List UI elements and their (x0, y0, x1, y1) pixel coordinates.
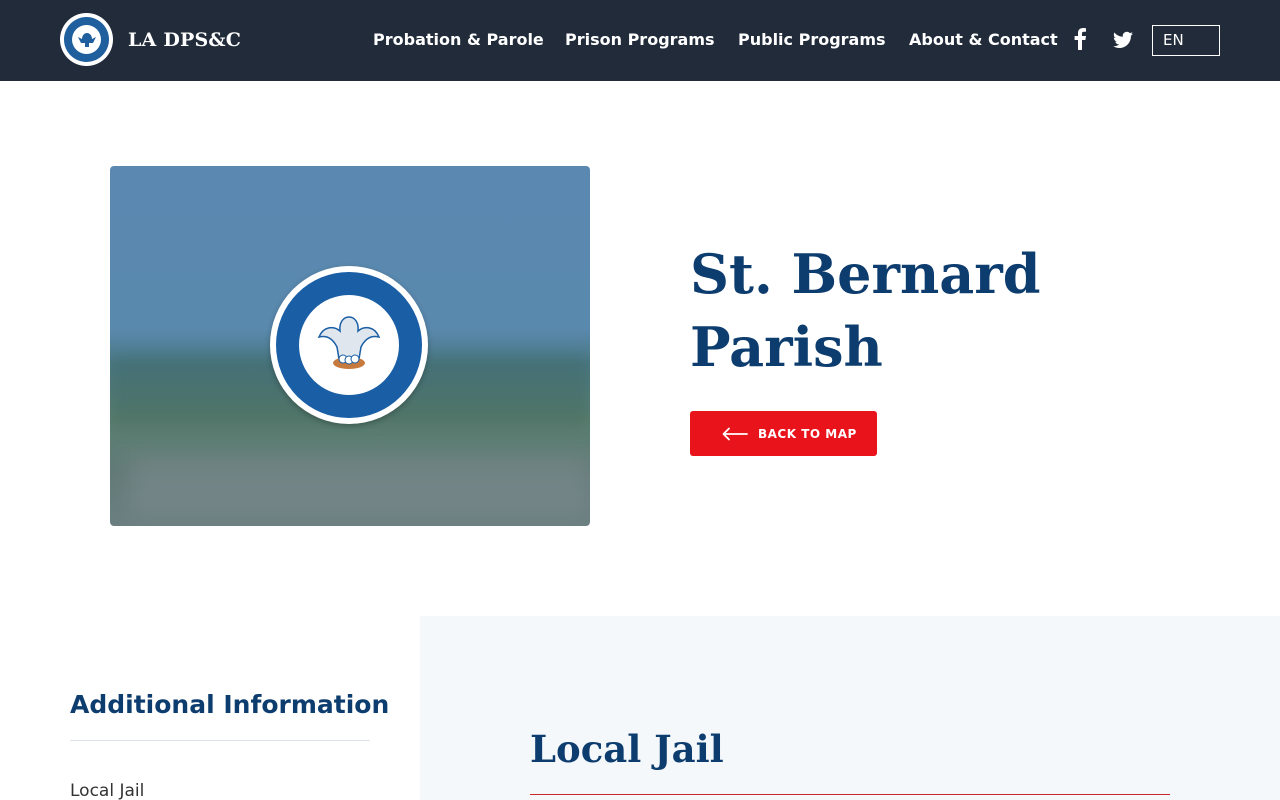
arrow-left-icon (722, 427, 748, 440)
sidebar-item-local-jail[interactable]: Local Jail (70, 781, 144, 800)
sidebar-divider (70, 740, 370, 741)
nav-about-contact[interactable]: About & Contact (909, 30, 1058, 49)
section-title: Local Jail (530, 727, 724, 771)
language-selector[interactable]: EN (1152, 25, 1220, 56)
section-divider (530, 794, 1170, 795)
facility-image (110, 166, 590, 526)
state-seal-icon (60, 13, 113, 66)
facebook-icon[interactable] (1072, 28, 1088, 50)
site-name: LA DPS&C (128, 28, 242, 51)
content-panel (420, 616, 1280, 800)
site-header: LA DPS&C Probation & Parole Prison Progr… (0, 0, 1280, 81)
nav-probation-parole[interactable]: Probation & Parole (373, 30, 544, 49)
site-logo[interactable]: LA DPS&C (60, 13, 241, 66)
nav-prison-programs[interactable]: Prison Programs (565, 30, 715, 49)
twitter-icon[interactable] (1113, 29, 1133, 51)
page-title: St. Bernard Parish (690, 242, 1041, 379)
department-seal-icon (270, 266, 428, 424)
back-to-map-button[interactable]: BACK TO MAP (690, 411, 877, 456)
nav-public-programs[interactable]: Public Programs (738, 30, 886, 49)
sidebar-title: Additional Information (70, 690, 390, 719)
